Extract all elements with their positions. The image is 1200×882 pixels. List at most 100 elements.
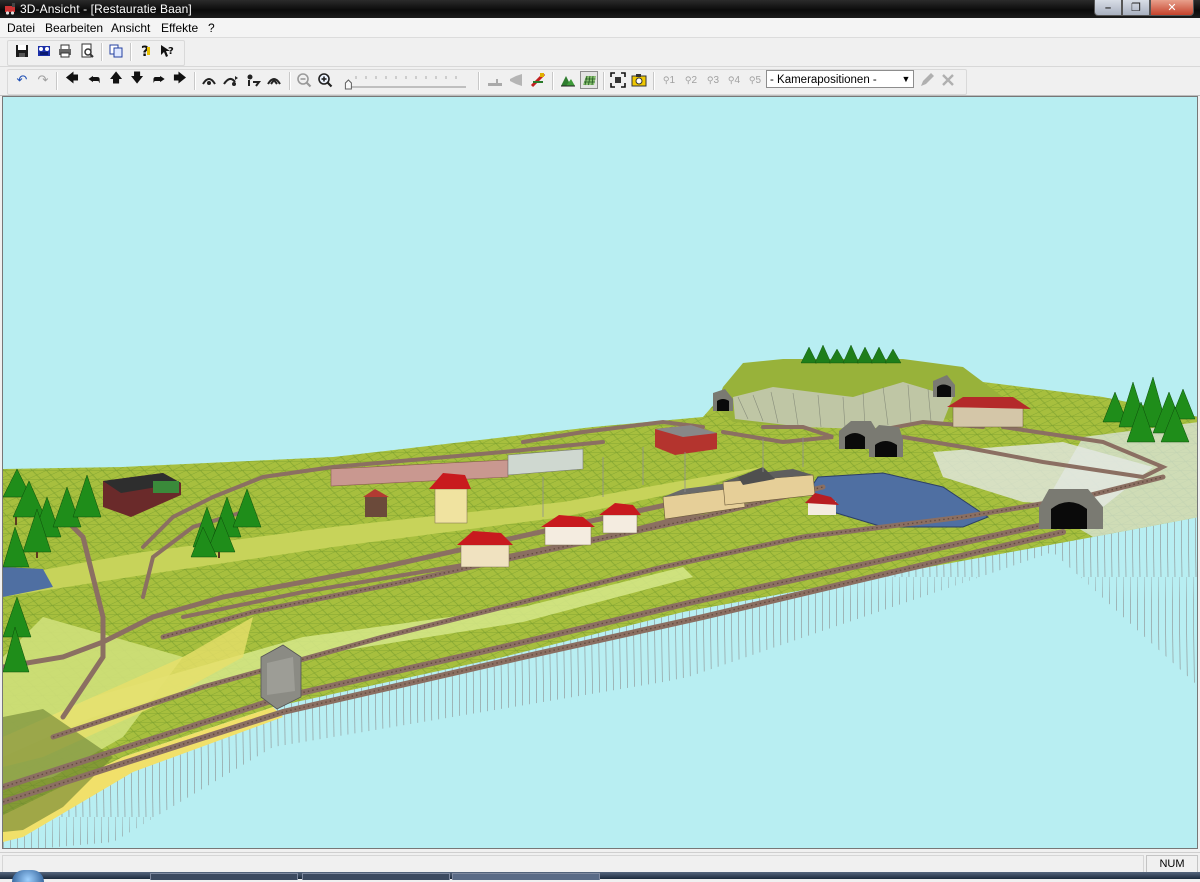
copy-icon bbox=[109, 44, 123, 58]
redo-button[interactable]: ↷ bbox=[34, 71, 52, 89]
camera-slot-1-button[interactable]: ⚲ 1 bbox=[659, 71, 679, 89]
fit-view-icon bbox=[610, 72, 626, 88]
camera-position-select[interactable]: - Kamerapositionen - ▼ bbox=[766, 70, 914, 88]
walk-back-icon bbox=[267, 78, 281, 85]
menu-bar: Datei Bearbeiten Ansicht Effekte ? bbox=[0, 18, 1200, 38]
menu-datei[interactable]: Datei bbox=[7, 21, 35, 35]
context-help-icon: ? bbox=[161, 45, 174, 57]
menu-bearbeiten[interactable]: Bearbeiten bbox=[45, 21, 103, 35]
close-button[interactable]: ✕ bbox=[1150, 0, 1194, 16]
toolbar-separator bbox=[603, 72, 605, 90]
toolbar-separator bbox=[289, 72, 291, 90]
camera-button[interactable] bbox=[630, 71, 648, 89]
ground-button[interactable] bbox=[486, 71, 504, 89]
walk-down-icon bbox=[247, 74, 261, 87]
toolbar-separator bbox=[478, 72, 480, 90]
delete-icon bbox=[942, 74, 954, 86]
walk-back-button[interactable] bbox=[265, 71, 283, 89]
camera-slot-2-button[interactable]: ⚲ 2 bbox=[681, 71, 701, 89]
title-bar: 3D-Ansicht - [Restauratie Baan] – ❐ ✕ bbox=[0, 0, 1200, 18]
window-title: 3D-Ansicht - [Restauratie Baan] bbox=[20, 2, 192, 16]
navigation-toolbar: ↶ ↷ 🡄 ⮪ 🡅 🡇 ⮫ 🡆 ⚲ 1 ⚲ 2 ⚲ 3 ⚲ 4 ⚲ 5 - Ka… bbox=[0, 67, 1200, 96]
turn-left-icon: ⮪ bbox=[87, 72, 101, 87]
walk-forward-icon bbox=[223, 76, 238, 86]
undo-button[interactable]: ↶ bbox=[13, 71, 31, 89]
print-preview-icon bbox=[81, 43, 94, 58]
undo-icon: ↶ bbox=[16, 72, 28, 87]
camera-slot-icon: ⚲ bbox=[706, 74, 714, 85]
help-icon: ? bbox=[141, 44, 150, 59]
camera-icon bbox=[631, 74, 647, 87]
turn-right-button[interactable]: ⮫ bbox=[150, 71, 168, 89]
camera-slot-icon: ⚲ bbox=[727, 74, 735, 85]
status-bar: NUM bbox=[0, 852, 1200, 873]
menu-ansicht[interactable]: Ansicht bbox=[111, 21, 150, 35]
start-orb-icon[interactable] bbox=[12, 870, 44, 882]
tunnel-portal-front bbox=[260, 644, 302, 710]
camera-position-save-button[interactable] bbox=[918, 71, 936, 89]
arrow-up-icon: 🡅 bbox=[109, 70, 123, 85]
camera-position-value: - Kamerapositionen - bbox=[770, 74, 877, 86]
film-icon bbox=[38, 46, 50, 56]
print-button[interactable] bbox=[56, 42, 74, 60]
print-preview-button[interactable] bbox=[78, 42, 96, 60]
pencil-icon bbox=[921, 73, 934, 86]
toolbar-separator bbox=[552, 72, 554, 90]
zoom-slider[interactable] bbox=[342, 71, 470, 91]
walk-forward-button[interactable] bbox=[222, 71, 240, 89]
toolbar-separator bbox=[56, 72, 58, 90]
chevron-down-icon: ▼ bbox=[901, 74, 911, 84]
turn-left-button[interactable]: ⮪ bbox=[85, 71, 103, 89]
walk-up-button[interactable] bbox=[200, 71, 218, 89]
zoom-in-button[interactable] bbox=[316, 71, 334, 89]
save-icon bbox=[16, 45, 28, 57]
move-down-button[interactable]: 🡇 bbox=[128, 70, 146, 89]
camera-slot-icon: ⚲ bbox=[662, 74, 670, 85]
grid-toggle-button[interactable] bbox=[580, 71, 598, 89]
walk-down-button[interactable] bbox=[244, 71, 262, 89]
main-toolbar: ? ? bbox=[0, 38, 1200, 67]
signal-icon bbox=[530, 72, 546, 88]
copy-button[interactable] bbox=[107, 42, 125, 60]
camera-slot-4-button[interactable]: ⚲ 4 bbox=[724, 71, 744, 89]
horn-button[interactable] bbox=[507, 71, 525, 89]
minimize-button[interactable]: – bbox=[1094, 0, 1122, 16]
menu-help[interactable]: ? bbox=[208, 21, 215, 35]
restore-icon: ❐ bbox=[1131, 2, 1141, 14]
maximize-button[interactable]: ❐ bbox=[1122, 0, 1150, 16]
3d-viewport[interactable] bbox=[2, 96, 1198, 849]
locomotive-icon bbox=[5, 3, 15, 15]
video-button[interactable] bbox=[35, 42, 53, 60]
toolbar-separator bbox=[130, 43, 132, 61]
context-help-button[interactable]: ? bbox=[158, 42, 176, 60]
arrow-down-icon: 🡇 bbox=[130, 70, 144, 85]
save-button[interactable] bbox=[13, 42, 31, 60]
grid-icon bbox=[583, 75, 596, 86]
help-button[interactable]: ? bbox=[136, 42, 154, 60]
toolbar-separator bbox=[101, 43, 103, 61]
move-left-button[interactable]: 🡄 bbox=[63, 70, 81, 89]
zoom-slider-thumb[interactable] bbox=[344, 79, 352, 90]
camera-slot-3-button[interactable]: ⚲ 3 bbox=[703, 71, 723, 89]
minimize-icon: – bbox=[1104, 1, 1112, 14]
toolbar-separator bbox=[194, 72, 196, 90]
camera-position-delete-button[interactable] bbox=[939, 71, 957, 89]
walk-up-icon bbox=[202, 78, 216, 85]
toolbar-separator bbox=[653, 72, 655, 90]
zoom-out-button[interactable] bbox=[295, 71, 313, 89]
num-lock-indicator: NUM bbox=[1146, 855, 1198, 873]
camera-slot-icon: ⚲ bbox=[748, 74, 756, 85]
3d-scene[interactable] bbox=[3, 97, 1198, 849]
camera-slot-5-button[interactable]: ⚲ 5 bbox=[745, 71, 765, 89]
move-up-button[interactable]: 🡅 bbox=[107, 70, 125, 89]
status-message bbox=[2, 855, 1144, 873]
fit-view-button[interactable] bbox=[609, 71, 627, 89]
landscape-button[interactable] bbox=[559, 71, 577, 89]
move-right-button[interactable]: 🡆 bbox=[171, 70, 189, 89]
arrow-left-icon: 🡄 bbox=[65, 70, 79, 85]
farm-building bbox=[947, 397, 1031, 428]
menu-effekte[interactable]: Effekte bbox=[161, 21, 198, 35]
turn-right-icon: ⮫ bbox=[152, 72, 166, 87]
signal-button[interactable] bbox=[529, 71, 547, 89]
arrow-right-icon: 🡆 bbox=[173, 70, 187, 85]
